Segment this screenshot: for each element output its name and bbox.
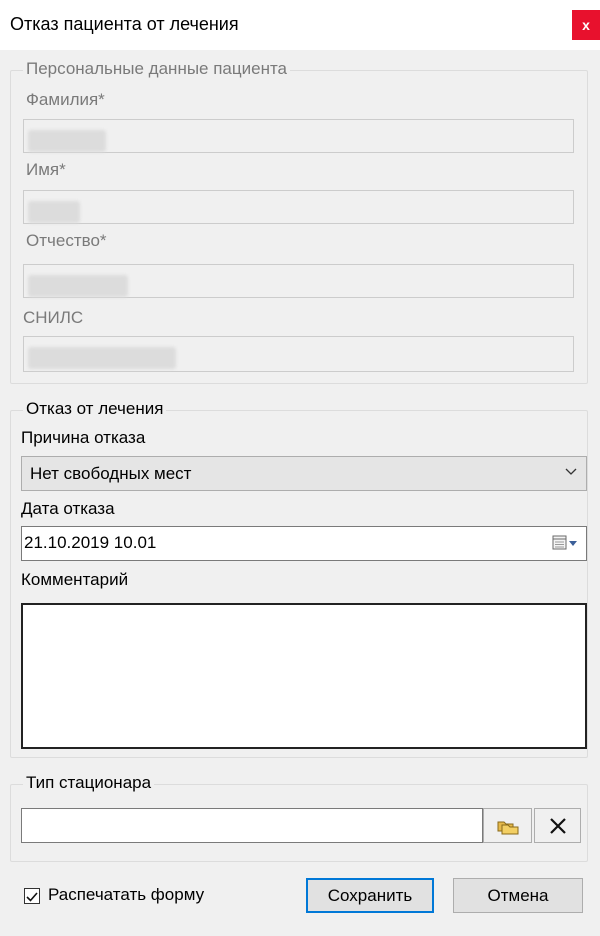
select-hospital-type-button[interactable] bbox=[483, 808, 532, 843]
checkmark-icon bbox=[26, 892, 38, 902]
calendar-dropdown-icon[interactable] bbox=[552, 535, 578, 551]
print-form-checkbox[interactable] bbox=[24, 888, 40, 904]
date-input-value: 21.10.2019 10.01 bbox=[24, 533, 157, 552]
surname-redacted bbox=[28, 130, 106, 152]
reason-label: Причина отказа bbox=[21, 428, 146, 447]
patronymic-label: Отчество* bbox=[26, 231, 107, 250]
snils-redacted bbox=[28, 347, 176, 369]
save-button[interactable]: Сохранить bbox=[306, 878, 434, 913]
date-label: Дата отказа bbox=[21, 499, 115, 518]
comment-label: Комментарий bbox=[21, 570, 129, 589]
hospital-type-input[interactable] bbox=[21, 808, 483, 843]
surname-label: Фамилия* bbox=[26, 90, 105, 109]
name-field bbox=[23, 190, 574, 224]
close-button[interactable]: x bbox=[572, 10, 600, 40]
refusal-group: Отказ от лечения Причина отказа Нет своб… bbox=[10, 399, 588, 758]
comment-textarea[interactable] bbox=[21, 603, 587, 749]
refusal-legend: Отказ от лечения bbox=[23, 399, 167, 419]
close-icon: x bbox=[582, 17, 590, 33]
name-label: Имя* bbox=[26, 160, 66, 179]
cancel-button[interactable]: Отмена bbox=[453, 878, 583, 913]
window-title: Отказ пациента от лечения bbox=[10, 14, 239, 34]
snils-field bbox=[23, 336, 574, 372]
surname-field bbox=[23, 119, 574, 153]
hospital-type-legend: Тип стационара bbox=[23, 773, 155, 793]
chevron-down-icon bbox=[565, 468, 577, 475]
date-input[interactable]: 21.10.2019 10.01 bbox=[21, 526, 587, 561]
reason-select-value: Нет свободных мест bbox=[30, 464, 192, 483]
reason-select[interactable]: Нет свободных мест bbox=[21, 456, 587, 491]
title-bar: Отказ пациента от лечения x bbox=[0, 0, 600, 50]
cancel-button-label: Отмена bbox=[487, 885, 549, 905]
patronymic-redacted bbox=[28, 275, 128, 297]
hospital-type-group: Тип стационара bbox=[10, 773, 588, 862]
folders-icon bbox=[497, 821, 518, 834]
personal-data-legend: Персональные данные пациента bbox=[23, 59, 291, 79]
print-form-label[interactable]: Распечатать форму bbox=[48, 885, 204, 905]
personal-data-group: Персональные данные пациента Фамилия* Им… bbox=[10, 59, 588, 384]
name-redacted bbox=[28, 201, 80, 223]
clear-hospital-type-button[interactable] bbox=[534, 808, 581, 843]
snils-label: СНИЛС bbox=[23, 308, 84, 327]
patronymic-field bbox=[23, 264, 574, 298]
close-icon bbox=[549, 817, 566, 834]
save-button-label: Сохранить bbox=[327, 885, 413, 905]
